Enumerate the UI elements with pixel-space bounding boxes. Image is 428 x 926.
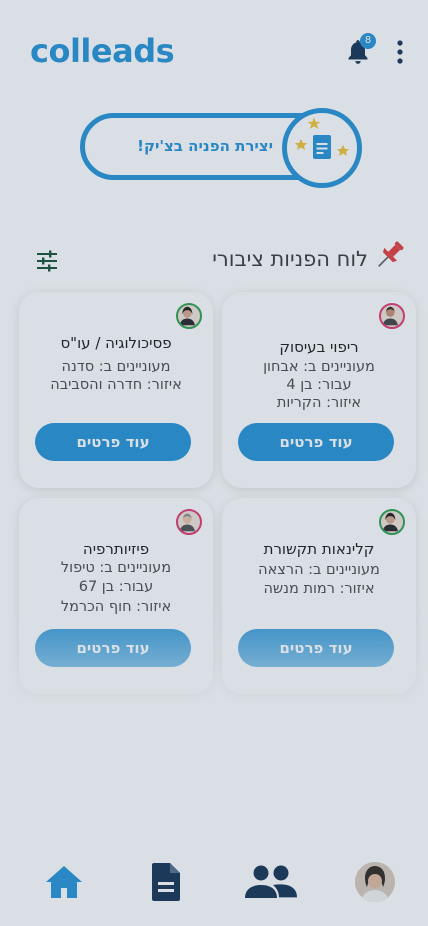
more-details-button[interactable]: עוד פרטים: [238, 629, 394, 667]
colleads-logo[interactable]: colleads: [30, 32, 175, 70]
person-avatar-icon: [179, 513, 195, 532]
card-title: קלינאות תקשורת: [263, 540, 375, 558]
card-title: פסיכולוגיה / עו"ס: [60, 334, 172, 352]
notification-count-badge: 8: [360, 33, 376, 49]
card-for: עבור: בן 4: [286, 377, 352, 393]
pushpin-icon: [378, 241, 404, 267]
card-interest: מעוניינים ב: הרצאה: [258, 562, 380, 578]
person-avatar-icon: [355, 862, 395, 902]
person-avatar-icon: [382, 306, 398, 326]
more-details-button[interactable]: עוד פרטים: [35, 423, 191, 461]
more-details-button[interactable]: עוד פרטים: [35, 629, 191, 667]
card-title: ריפוי בעיסוק: [279, 338, 359, 356]
kebab-menu-icon[interactable]: [394, 38, 406, 66]
logo-text-prefix: co: [30, 32, 70, 70]
profile-avatar[interactable]: [355, 862, 395, 902]
referral-card[interactable]: פסיכולוגיה / עו"ס מעוניינים ב: סדנה איזו…: [19, 292, 213, 488]
filter-sliders-icon[interactable]: [36, 250, 58, 272]
card-for: עבור: בן 67: [78, 579, 154, 595]
create-request-icon-circle[interactable]: [282, 108, 362, 188]
card-area: איזור: הקריות: [276, 395, 362, 411]
referral-card[interactable]: פיזיותרפיה מעוניינים ב: טיפול עבור: בן 6…: [19, 498, 213, 694]
document-icon[interactable]: [150, 862, 182, 902]
create-request-label[interactable]: יצירת הפניה בצ'יק!: [108, 137, 273, 155]
home-icon[interactable]: [44, 864, 84, 900]
referrer-avatar: [379, 509, 405, 535]
card-interest: מעוניינים ב: טיפול: [60, 560, 172, 576]
logo-text-suffix: lleads: [69, 32, 175, 70]
referrer-avatar: [176, 303, 202, 329]
card-title: פיזיותרפיה: [82, 540, 150, 558]
board-title: לוח הפניות ציבורי: [212, 247, 368, 271]
group-icon[interactable]: [243, 864, 299, 900]
more-details-button[interactable]: עוד פרטים: [238, 423, 394, 461]
document-stars-icon: [295, 117, 349, 159]
referrer-avatar: [176, 509, 202, 535]
card-area: איזור: חדרה והסביבה: [50, 377, 182, 393]
card-area: איזור: חוף הכרמל: [60, 599, 172, 615]
referrer-avatar: [379, 303, 405, 329]
referral-card[interactable]: ריפוי בעיסוק מעוניינים ב: אבחון עבור: בן…: [222, 292, 416, 488]
card-interest: מעוניינים ב: סדנה: [61, 359, 171, 375]
person-avatar-icon: [179, 306, 195, 326]
person-avatar-icon: [382, 512, 398, 532]
card-area: איזור: רמות מנשה: [263, 581, 375, 597]
card-interest: מעוניינים ב: אבחון: [263, 359, 375, 375]
referral-card[interactable]: קלינאות תקשורת מעוניינים ב: הרצאה איזור:…: [222, 498, 416, 694]
app-screen: colleads 8 יצירת הפניה בצ'יק! לוח הפניות…: [0, 0, 428, 926]
